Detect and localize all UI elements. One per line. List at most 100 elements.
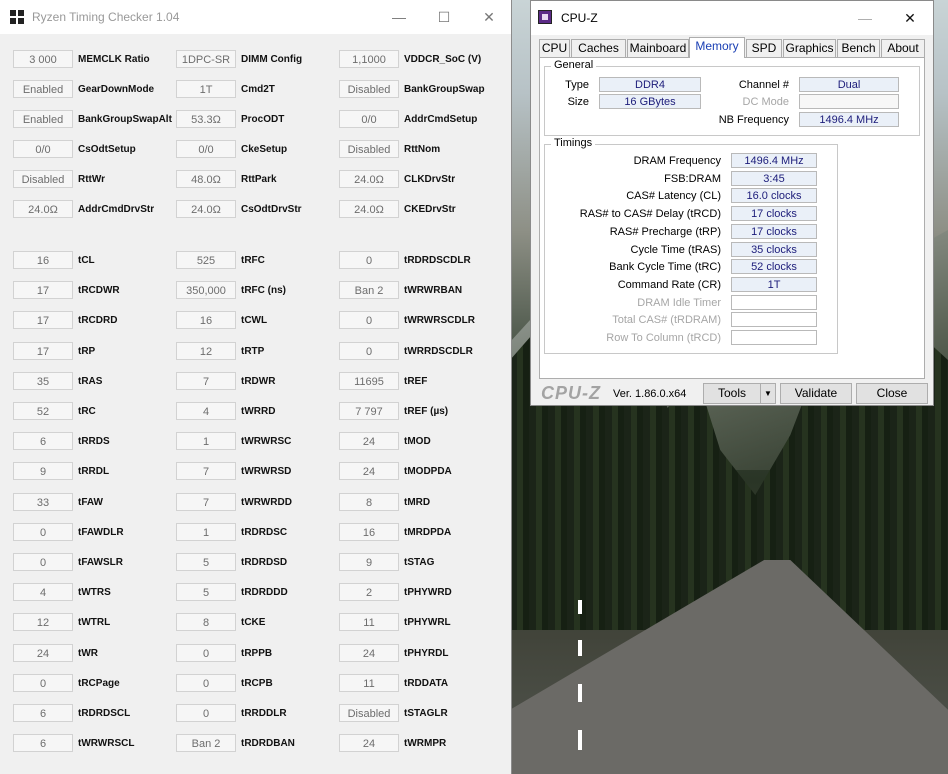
timing-value: 1 — [176, 523, 236, 541]
ryzen-title-bar[interactable]: Ryzen Timing Checker 1.04 — ☐ ✕ — [0, 0, 511, 34]
channel-value: Dual — [799, 77, 899, 92]
timing-cell: 12 tRTP — [176, 342, 264, 360]
timing-cell: 35 tRAS — [13, 372, 102, 390]
timing-cell: 24 tMOD — [339, 432, 431, 450]
channel-label: Channel # — [738, 79, 789, 91]
timing-value: 16 — [13, 251, 73, 269]
timing-label: CsOdtSetup — [78, 143, 136, 155]
tab-memory[interactable]: Memory — [689, 37, 745, 58]
tools-dropdown-button[interactable]: ▼ — [760, 383, 776, 404]
timing-value: 7 — [176, 462, 236, 480]
timing-value: 11 — [339, 674, 399, 692]
cpuz-title-bar[interactable]: CPU-Z — ✕ — [531, 1, 933, 35]
timing-label: VDDCR_SoC (V) — [404, 53, 482, 65]
timing-cell: 0 tRPPB — [176, 644, 272, 662]
timing-cell: 0 tWRRDSCDLR — [339, 342, 473, 360]
timing-label: tFAW — [78, 496, 103, 508]
timing-cell: 1DPC-SR DIMM Config — [176, 50, 302, 68]
timing-label: tRC — [78, 405, 96, 417]
timing-label: tRDDATA — [404, 677, 449, 689]
timing-cell: 8 tCKE — [176, 613, 265, 631]
timing-value: 0 — [339, 342, 399, 360]
tab-cpu[interactable]: CPU — [539, 39, 570, 57]
timing-label: tWRWRDD — [241, 496, 292, 508]
timing-row-label: DRAM Idle Timer — [637, 297, 721, 309]
tab-graphics[interactable]: Graphics — [783, 39, 836, 57]
timing-label: tMRDPDA — [404, 526, 452, 538]
timing-value: 33 — [13, 493, 73, 511]
timing-cell: 11695 tREF — [339, 372, 427, 390]
timing-cell: 9 tRRDL — [13, 462, 109, 480]
timing-cell: 16 tCWL — [176, 311, 267, 329]
timing-cell: 3 000 MEMCLK Ratio — [13, 50, 150, 68]
timing-cell: Disabled BankGroupSwap — [339, 80, 485, 98]
chevron-down-icon: ▼ — [764, 389, 772, 398]
ryzen-close-button[interactable]: ✕ — [466, 0, 512, 34]
timing-label: tWRWRSD — [241, 465, 292, 477]
timing-label: CkeSetup — [241, 143, 288, 155]
timing-cell: 17 tRCDWR — [13, 281, 120, 299]
timing-value: 6 — [13, 704, 73, 722]
ryzen-window-title: Ryzen Timing Checker 1.04 — [32, 10, 180, 24]
timing-label: ProcODT — [241, 113, 285, 125]
tab-spd[interactable]: SPD — [746, 39, 782, 57]
timing-label: tRDRDSCL — [78, 707, 131, 719]
close-button[interactable]: Close — [856, 383, 928, 404]
timing-row-label: Bank Cycle Time (tRC) — [609, 261, 721, 273]
timing-value: Enabled — [13, 80, 73, 98]
timing-row-label: Command Rate (CR) — [617, 279, 721, 291]
timing-label: tRCPage — [78, 677, 120, 689]
timing-row-value: 17 clocks — [731, 224, 817, 239]
tab-caches[interactable]: Caches — [571, 39, 626, 57]
timing-value: 350,000 — [176, 281, 236, 299]
timing-cell: 48.0Ω RttPark — [176, 170, 277, 188]
timing-row-label: DRAM Frequency — [633, 155, 721, 167]
timing-cell: 0 tWRWRSCDLR — [339, 311, 475, 329]
timing-label: Cmd2T — [241, 83, 275, 95]
timing-row-label: CAS# Latency (CL) — [626, 190, 721, 202]
timing-label: tSTAGLR — [404, 707, 448, 719]
timing-label: tRFC — [241, 254, 265, 266]
timing-value: Disabled — [339, 80, 399, 98]
timing-cell: Disabled tSTAGLR — [339, 704, 448, 722]
tab-bench[interactable]: Bench — [837, 39, 880, 57]
timing-label: tRDRDSD — [241, 556, 288, 568]
timing-cell: 1 tWRWRSC — [176, 432, 291, 450]
timing-value: 16 — [339, 523, 399, 541]
timing-cell: 17 tRCDRD — [13, 311, 117, 329]
timing-label: CKEDrvStr — [404, 203, 456, 215]
timing-cell: 33 tFAW — [13, 493, 103, 511]
timing-value: 1DPC-SR — [176, 50, 236, 68]
timing-row-value: 1T — [731, 277, 817, 292]
timing-row-label: Total CAS# (tRDRAM) — [612, 314, 721, 326]
timing-label: CsOdtDrvStr — [241, 203, 302, 215]
size-label: Size — [567, 96, 589, 108]
maximize-icon: ☐ — [437, 8, 451, 25]
tab-about[interactable]: About — [881, 39, 925, 57]
timing-cell: 0 tRCPB — [176, 674, 273, 692]
timing-cell: 350,000 tRFC (ns) — [176, 281, 286, 299]
tools-button[interactable]: Tools — [703, 383, 761, 404]
size-value: 16 GBytes — [599, 94, 701, 109]
ryzen-maximize-button[interactable]: ☐ — [421, 0, 467, 34]
timing-label: tCL — [78, 254, 95, 266]
timing-label: tWRWRSC — [241, 435, 292, 447]
timing-value: 2 — [339, 583, 399, 601]
timing-label: AddrCmdSetup — [404, 113, 478, 125]
timing-cell: 0/0 CsOdtSetup — [13, 140, 136, 158]
ryzen-minimize-button[interactable]: — — [376, 0, 422, 34]
timing-label: tWTRS — [78, 586, 111, 598]
timing-label: tRRDS — [78, 435, 110, 447]
cpuz-close-button[interactable]: ✕ — [887, 1, 933, 35]
timing-value: 0 — [339, 311, 399, 329]
wallpaper-lane-mark — [578, 600, 582, 614]
timing-cell: 5 tRDRDSD — [176, 553, 287, 571]
timing-label: tWRWRSCDLR — [404, 314, 475, 326]
tab-mainboard[interactable]: Mainboard — [627, 39, 689, 57]
timing-label: tRDWR — [241, 375, 276, 387]
timing-label: RttNom — [404, 143, 441, 155]
cpuz-minimize-button[interactable]: — — [843, 1, 887, 35]
timing-label: tCKE — [241, 616, 266, 628]
validate-button[interactable]: Validate — [780, 383, 852, 404]
timing-value: Disabled — [13, 170, 73, 188]
